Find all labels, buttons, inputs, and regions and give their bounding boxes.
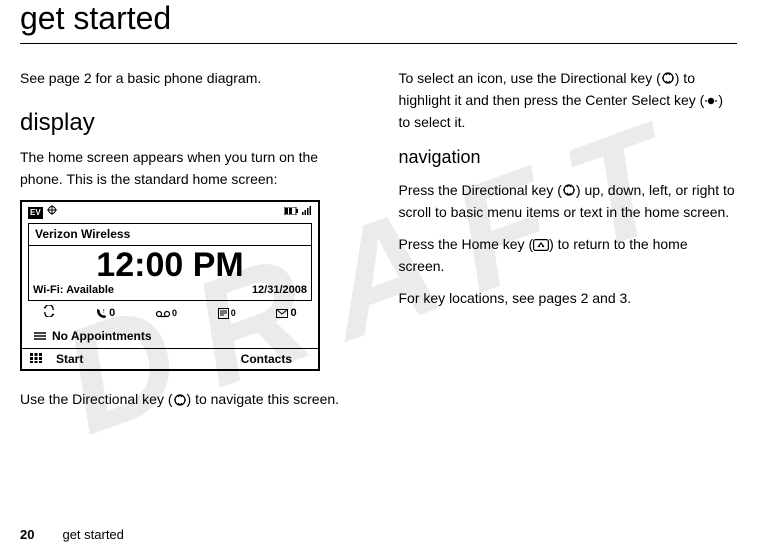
battery-icon <box>284 204 298 221</box>
carrier-label: Verizon Wireless <box>29 224 311 246</box>
voicemail-icon <box>156 309 170 318</box>
display-desc: The home screen appears when you turn on… <box>20 147 359 190</box>
signal-icon <box>302 204 312 221</box>
directional-key-icon <box>562 182 576 204</box>
column-left: See page 2 for a basic phone diagram. di… <box>20 68 359 421</box>
email-counter: 0 <box>276 305 296 322</box>
page-title: get started <box>20 0 737 37</box>
nav-p1: Press the Directional key () up, down, l… <box>399 180 738 224</box>
softkey-bar: Start Contacts <box>22 348 318 370</box>
footer-section-label: get started <box>62 527 123 542</box>
sync-icon <box>43 305 55 323</box>
appointments-label: No Appointments <box>52 327 152 346</box>
home-key-icon <box>533 236 549 258</box>
missed-call-icon: ! <box>96 308 107 319</box>
title-rule <box>20 43 737 44</box>
missed-calls-counter: ! 0 <box>96 305 115 322</box>
phone-home-screen-figure: EV Verizon Wire <box>20 200 320 371</box>
navigation-heading: navigation <box>399 144 738 172</box>
center-select-key-icon <box>704 93 718 115</box>
location-icon <box>47 204 57 221</box>
calendar-list-icon <box>34 327 46 346</box>
nav-p3: For key locations, see pages 2 and 3. <box>399 288 738 310</box>
clock-time: 12:00 PM <box>29 246 311 282</box>
select-icon-line: To select an icon, use the Directional k… <box>399 68 738 134</box>
page-footer: 20 get started <box>20 527 124 542</box>
appointments-row: No Appointments <box>22 325 318 348</box>
status-bar: EV <box>22 202 318 223</box>
envelope-icon <box>276 309 288 318</box>
column-right: To select an icon, use the Directional k… <box>399 68 738 421</box>
two-column-layout: See page 2 for a basic phone diagram. di… <box>20 68 737 421</box>
date-label: 12/31/2008 <box>252 282 307 299</box>
wifi-status: Wi-Fi: Available <box>33 282 114 299</box>
directional-key-icon <box>173 392 187 414</box>
use-directional-line: Use the Directional key () to navigate t… <box>20 389 359 411</box>
intro-line: See page 2 for a basic phone diagram. <box>20 68 359 90</box>
nav-p2: Press the Home key () to return to the h… <box>399 234 738 278</box>
page-number: 20 <box>20 527 34 542</box>
voicemail-counter: 0 <box>156 307 177 321</box>
softkey-right: Contacts <box>174 350 312 369</box>
counters-row: ! 0 0 0 0 <box>22 301 318 325</box>
directional-key-icon <box>661 70 675 92</box>
start-grid-icon <box>30 350 42 369</box>
display-heading: display <box>20 104 359 141</box>
ev-indicator: EV <box>28 207 43 219</box>
message-counter: 0 <box>218 307 236 321</box>
softkey-left: Start <box>28 350 174 369</box>
sms-icon <box>218 308 229 319</box>
svg-text:!: ! <box>103 309 105 315</box>
